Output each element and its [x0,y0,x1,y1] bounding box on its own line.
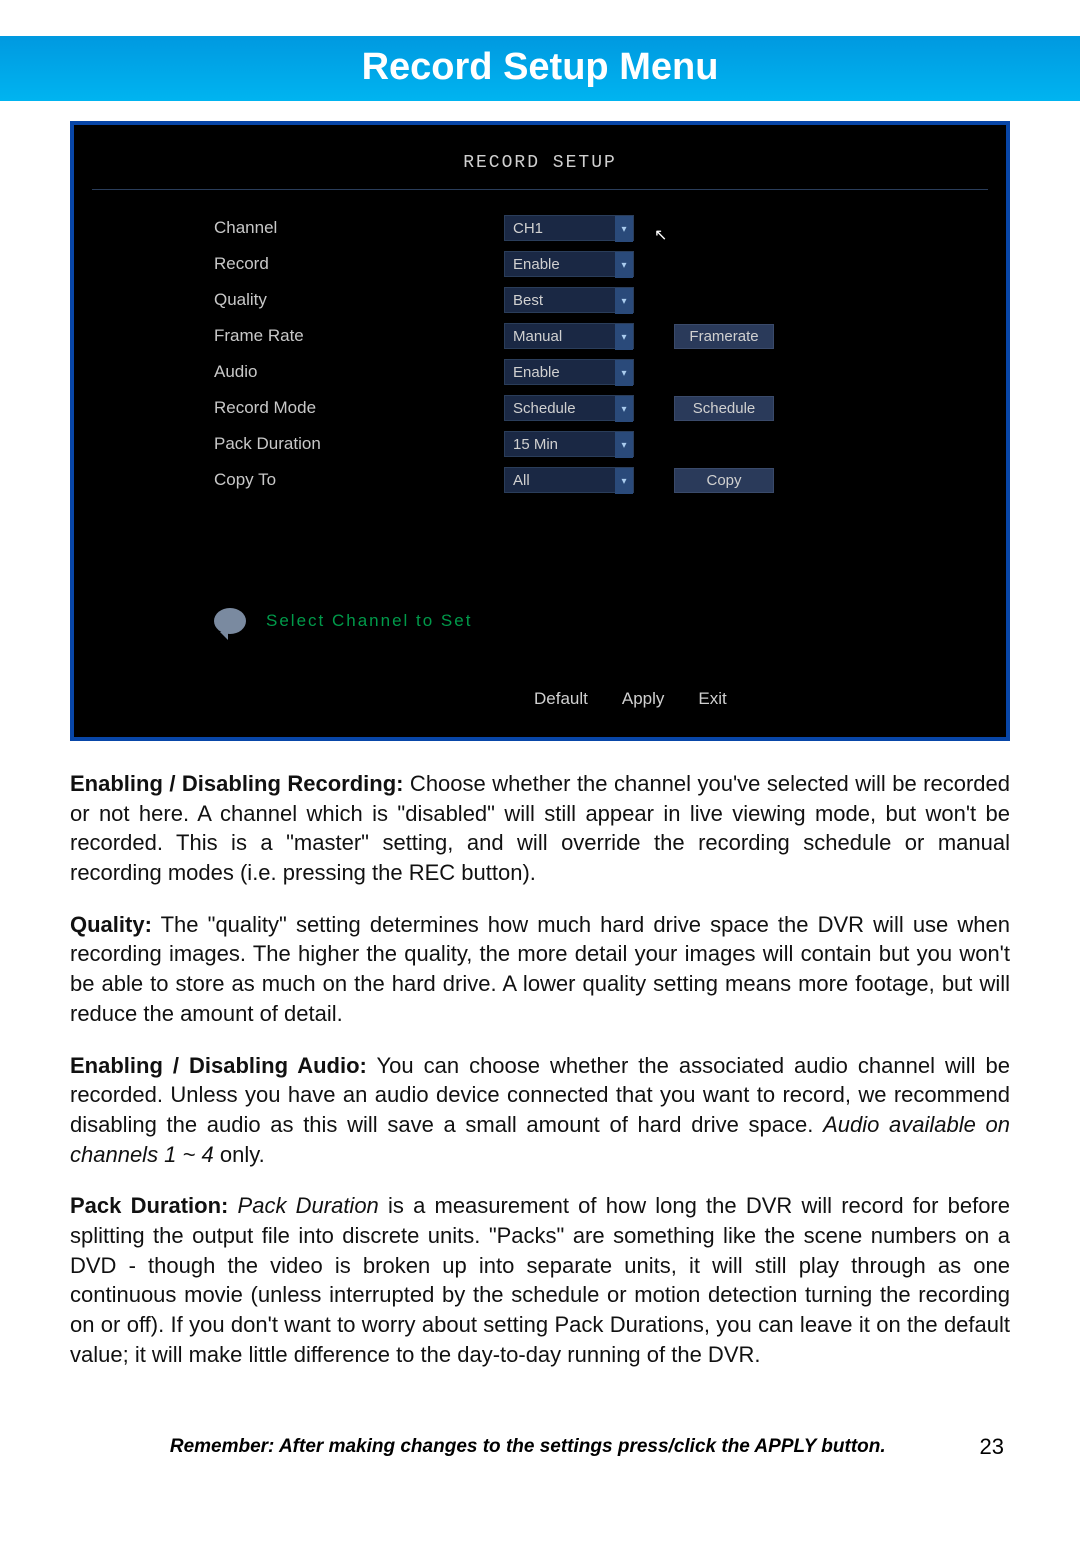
para-quality-body: The "quality" setting determines how muc… [70,912,1010,1026]
apply-button[interactable]: Apply [622,689,665,709]
select-copyto[interactable]: All ▾ [504,467,634,493]
row-quality: Quality Best ▾ [214,282,1006,318]
doc-text: Enabling / Disabling Recording: Choose w… [70,769,1010,1369]
footer-reminder: Remember: After making changes to the se… [76,1436,980,1458]
row-packduration: Pack Duration 15 Min ▾ [214,426,1006,462]
speech-bubble-icon [214,608,246,634]
copy-button[interactable]: Copy [674,468,774,493]
divider [92,189,988,190]
select-record[interactable]: Enable ▾ [504,251,634,277]
chevron-down-icon: ▾ [615,324,633,350]
label-framerate: Frame Rate [214,326,504,346]
label-packduration: Pack Duration [214,434,504,454]
select-value: Schedule [513,400,576,417]
dvr-screenshot: RECORD SETUP Channel CH1 ▾ ↖ Record Enab… [70,121,1010,741]
label-record: Record [214,254,504,274]
page-body: RECORD SETUP Channel CH1 ▾ ↖ Record Enab… [0,121,1080,1490]
page-header: Record Setup Menu [0,36,1080,101]
row-copyto: Copy To All ▾ Copy [214,462,1006,498]
label-audio: Audio [214,362,504,382]
para-recording-heading: Enabling / Disabling Recording: [70,771,403,796]
bottom-buttons: Default Apply Exit [534,689,727,709]
framerate-button[interactable]: Framerate [674,324,774,349]
para-pack-heading: Pack Duration: [70,1193,228,1218]
para-audio: Enabling / Disabling Audio: You can choo… [70,1051,1010,1170]
para-audio-heading: Enabling / Disabling Audio: [70,1053,367,1078]
select-value: CH1 [513,220,543,237]
row-channel: Channel CH1 ▾ [214,210,1006,246]
chevron-down-icon: ▾ [615,468,633,494]
para-recording: Enabling / Disabling Recording: Choose w… [70,769,1010,888]
schedule-button[interactable]: Schedule [674,396,774,421]
select-framerate[interactable]: Manual ▾ [504,323,634,349]
select-quality[interactable]: Best ▾ [504,287,634,313]
para-pack: Pack Duration: Pack Duration is a measur… [70,1191,1010,1369]
hint-text: Select Channel to Set [266,611,472,631]
select-packduration[interactable]: 15 Min ▾ [504,431,634,457]
select-value: Enable [513,256,560,273]
row-audio: Audio Enable ▾ [214,354,1006,390]
exit-button[interactable]: Exit [698,689,726,709]
default-button[interactable]: Default [534,689,588,709]
select-value: Enable [513,364,560,381]
hint-row: Select Channel to Set [214,608,1006,634]
select-value: Manual [513,328,562,345]
para-pack-body: is a measurement of how long the DVR wil… [70,1193,1010,1366]
page-title: Record Setup Menu [362,46,719,88]
para-audio-body-b: only. [220,1142,265,1167]
select-recordmode[interactable]: Schedule ▾ [504,395,634,421]
para-pack-em: Pack Duration [228,1193,378,1218]
chevron-down-icon: ▾ [615,396,633,422]
para-quality: Quality: The "quality" setting determine… [70,910,1010,1029]
cursor-icon: ↖ [654,225,667,245]
page-number: 23 [980,1434,1004,1460]
select-value: 15 Min [513,436,558,453]
chevron-down-icon: ▾ [615,432,633,458]
footer: Remember: After making changes to the se… [70,1434,1010,1460]
row-record: Record Enable ▾ [214,246,1006,282]
select-audio[interactable]: Enable ▾ [504,359,634,385]
chevron-down-icon: ▾ [615,216,633,242]
chevron-down-icon: ▾ [615,288,633,314]
select-channel[interactable]: CH1 ▾ [504,215,634,241]
row-framerate: Frame Rate Manual ▾ Framerate [214,318,1006,354]
select-value: Best [513,292,543,309]
row-recordmode: Record Mode Schedule ▾ Schedule [214,390,1006,426]
para-quality-heading: Quality: [70,912,152,937]
dvr-title: RECORD SETUP [74,125,1006,183]
label-copyto: Copy To [214,470,504,490]
label-quality: Quality [214,290,504,310]
chevron-down-icon: ▾ [615,360,633,386]
label-channel: Channel [214,218,504,238]
chevron-down-icon: ▾ [615,252,633,278]
label-recordmode: Record Mode [214,398,504,418]
select-value: All [513,472,530,489]
